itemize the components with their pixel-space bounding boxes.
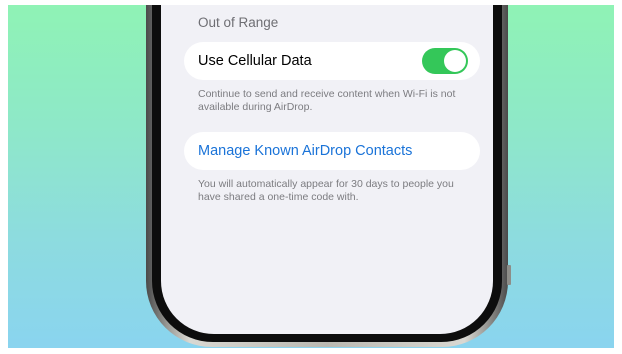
cellular-data-row[interactable]: Use Cellular Data	[184, 42, 480, 80]
contacts-footnote: You will automatically appear for 30 day…	[198, 178, 454, 203]
manage-contacts-row[interactable]: Manage Known AirDrop Contacts	[184, 132, 480, 170]
cellular-data-footnote: Continue to send and receive content whe…	[198, 88, 456, 113]
manage-contacts-link[interactable]: Manage Known AirDrop Contacts	[198, 143, 412, 159]
cellular-data-toggle[interactable]	[422, 48, 468, 74]
phone-screen: Out of Range Use Cellular Data Continue …	[161, 5, 493, 334]
cellular-data-label: Use Cellular Data	[198, 53, 312, 69]
section-header: Out of Range	[198, 15, 279, 30]
phone-frame: Out of Range Use Cellular Data Continue …	[146, 5, 511, 347]
settings-content: Out of Range Use Cellular Data Continue …	[184, 7, 480, 203]
side-button	[507, 265, 511, 285]
toggle-knob	[444, 50, 466, 72]
phone-bezel: Out of Range Use Cellular Data Continue …	[152, 5, 502, 342]
background-gradient: Out of Range Use Cellular Data Continue …	[8, 5, 614, 348]
